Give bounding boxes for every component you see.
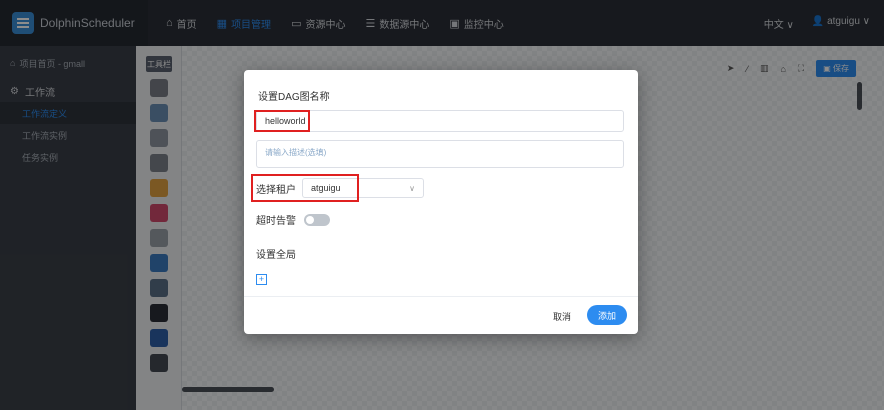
add-button[interactable]: 添加	[587, 305, 627, 325]
dialog-footer-divider	[244, 296, 638, 297]
dag-name-input[interactable]	[256, 110, 624, 132]
tenant-value: atguigu	[311, 183, 341, 193]
chevron-down-icon: ∨	[409, 183, 415, 193]
tenant-row: 选择租户 atguigu ∨	[256, 178, 424, 198]
global-params-label: 设置全局	[256, 250, 296, 261]
timeout-row: 超时告警	[256, 212, 330, 227]
cancel-button[interactable]: 取消	[553, 310, 571, 323]
tenant-select[interactable]: atguigu ∨	[302, 178, 424, 198]
add-param-icon[interactable]: +	[256, 274, 267, 285]
dialog-title: 设置DAG图名称	[258, 92, 330, 103]
dag-name-dialog: 设置DAG图名称 选择租户 atguigu ∨ 超时告警 设置全局 + 取消 添…	[244, 70, 638, 334]
timeout-label: 超时告警	[256, 216, 296, 227]
tenant-label: 选择租户	[256, 184, 296, 196]
description-input[interactable]	[256, 140, 624, 168]
timeout-toggle[interactable]	[304, 213, 330, 226]
